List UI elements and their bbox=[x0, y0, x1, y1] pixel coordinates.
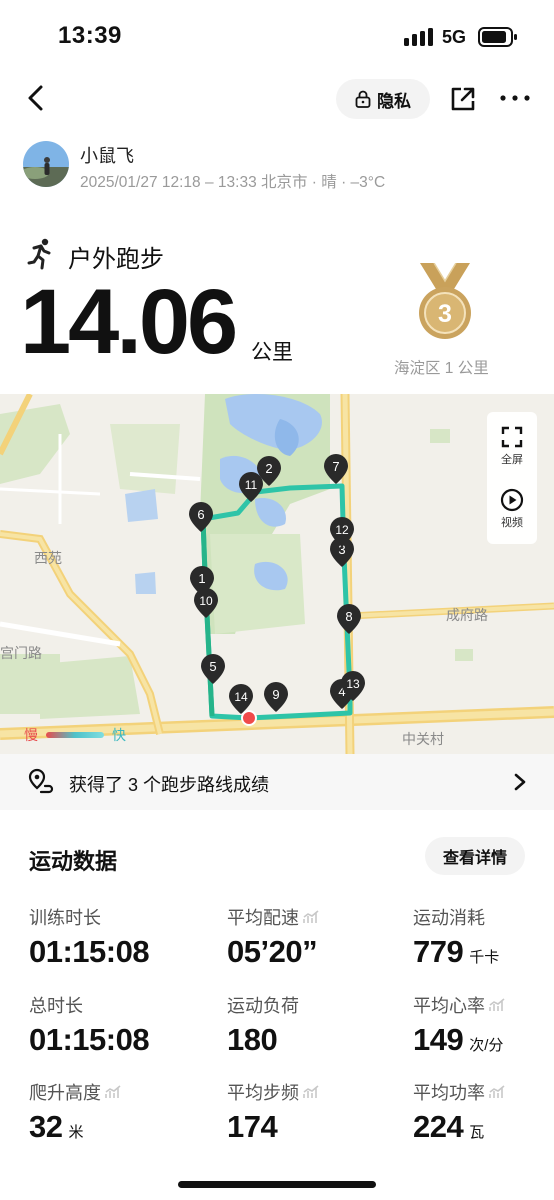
battery-icon bbox=[478, 27, 517, 47]
distance-value: 14.06 bbox=[20, 271, 238, 373]
stat-label: 平均心率 bbox=[413, 996, 485, 1016]
stat-training-duration: 训练时长 01:15:08 bbox=[29, 904, 150, 970]
svg-text:5: 5 bbox=[209, 659, 216, 674]
status-time: 13:39 bbox=[58, 22, 122, 49]
trend-chart-icon bbox=[489, 1085, 505, 1098]
stat-label: 平均步频 bbox=[227, 1083, 299, 1103]
pace-gradient-bar bbox=[46, 732, 104, 738]
distance-unit: 公里 bbox=[251, 341, 293, 364]
more-icon[interactable] bbox=[498, 88, 532, 108]
stat-unit: 千卡 bbox=[469, 949, 500, 966]
stat-label: 总时长 bbox=[29, 996, 83, 1016]
fullscreen-button[interactable]: 全屏 bbox=[487, 426, 537, 467]
svg-text:6: 6 bbox=[197, 507, 204, 522]
lock-icon bbox=[355, 90, 371, 108]
km-marker[interactable]: 14 bbox=[229, 684, 253, 714]
avatar[interactable] bbox=[23, 141, 69, 187]
privacy-button[interactable]: 隐私 bbox=[336, 79, 430, 119]
stat-label: 训练时长 bbox=[29, 908, 101, 928]
stat-value: 05’20” bbox=[227, 934, 318, 969]
medal-label: 海淀区 1 公里 bbox=[394, 360, 489, 377]
svg-text:12: 12 bbox=[335, 523, 349, 537]
view-details-button[interactable]: 查看详情 bbox=[425, 837, 525, 875]
stat-value: 180 bbox=[227, 1022, 278, 1057]
trend-chart-icon bbox=[489, 998, 505, 1011]
stat-value: 01:15:08 bbox=[29, 934, 150, 969]
route-records-row[interactable]: 获得了 3 个跑步路线成绩 bbox=[0, 754, 554, 810]
svg-text:13: 13 bbox=[346, 677, 360, 691]
map-label-zhongguancun: 中关村 bbox=[402, 731, 444, 747]
signal-icon bbox=[404, 28, 433, 46]
km-marker[interactable]: 9 bbox=[264, 682, 288, 712]
stat-avg-cadence[interactable]: 平均步频 174 bbox=[227, 1079, 320, 1145]
fullscreen-icon bbox=[501, 426, 523, 448]
network-type: 5G bbox=[442, 27, 467, 47]
map-controls: 全屏 视频 bbox=[487, 412, 537, 544]
svg-text:11: 11 bbox=[245, 478, 258, 492]
stat-label: 平均功率 bbox=[413, 1083, 485, 1103]
route-map[interactable]: 1 2 3 4 5 6 7 8 9 10 11 12 13 14 西苑 宫门路 … bbox=[0, 394, 554, 754]
svg-text:10: 10 bbox=[199, 594, 213, 608]
stat-value: 174 bbox=[227, 1109, 278, 1144]
pace-slow-label: 慢 bbox=[24, 727, 38, 743]
share-icon[interactable] bbox=[448, 84, 478, 114]
play-icon bbox=[500, 488, 524, 512]
stat-value: 149 bbox=[413, 1022, 464, 1057]
map-canvas: 1 2 3 4 5 6 7 8 9 10 11 12 13 14 bbox=[0, 394, 554, 754]
start-point bbox=[241, 710, 257, 726]
stat-calories: 运动消耗 779 千卡 bbox=[413, 904, 499, 970]
stat-unit: 次/分 bbox=[469, 1037, 504, 1054]
svg-text:7: 7 bbox=[332, 459, 339, 474]
activity-type: 户外跑步 bbox=[68, 246, 164, 273]
stats-section-title: 运动数据 bbox=[29, 849, 118, 874]
video-label: 视频 bbox=[501, 517, 523, 529]
svg-text:9: 9 bbox=[272, 687, 279, 702]
home-indicator[interactable] bbox=[178, 1181, 376, 1188]
stat-elevation-gain[interactable]: 爬升高度 32 米 bbox=[29, 1079, 122, 1145]
km-marker[interactable]: 5 bbox=[201, 654, 225, 684]
stat-value: 779 bbox=[413, 934, 464, 969]
stat-label: 运动负荷 bbox=[227, 996, 299, 1016]
svg-text:8: 8 bbox=[345, 609, 352, 624]
status-bar: 13:39 5G bbox=[0, 0, 554, 76]
stat-unit: 瓦 bbox=[469, 1124, 485, 1141]
map-label-chengfulu: 成府路 bbox=[446, 607, 488, 623]
medal-rank: 3 bbox=[438, 300, 452, 328]
trend-chart-icon bbox=[105, 1085, 121, 1098]
fullscreen-label: 全屏 bbox=[501, 454, 523, 466]
running-icon bbox=[27, 238, 51, 270]
map-label-xiyuan: 西苑 bbox=[34, 550, 62, 566]
activity-meta: 2025/01/27 12:18 – 13:33 北京市 · 晴 · –3°C bbox=[80, 174, 386, 191]
svg-text:14: 14 bbox=[234, 690, 248, 704]
route-records-text: 获得了 3 个跑步路线成绩 bbox=[69, 775, 270, 795]
stat-label: 爬升高度 bbox=[29, 1083, 101, 1103]
stat-total-duration: 总时长 01:15:08 bbox=[29, 992, 150, 1058]
video-button[interactable]: 视频 bbox=[487, 488, 537, 530]
pace-legend: 慢 快 bbox=[24, 725, 126, 745]
svg-text:1: 1 bbox=[198, 571, 205, 586]
trend-chart-icon bbox=[303, 910, 319, 923]
pace-fast-label: 快 bbox=[112, 727, 126, 743]
privacy-label: 隐私 bbox=[377, 91, 411, 111]
chevron-right-icon bbox=[514, 773, 526, 791]
map-label-gongmenlu: 宫门路 bbox=[0, 645, 42, 661]
route-pin-icon bbox=[28, 768, 54, 794]
stat-value: 32 bbox=[29, 1109, 63, 1144]
stat-avg-heart-rate[interactable]: 平均心率 149 次/分 bbox=[413, 992, 506, 1058]
stat-value: 01:15:08 bbox=[29, 1022, 150, 1057]
stat-avg-power[interactable]: 平均功率 224 瓦 bbox=[413, 1079, 506, 1145]
stat-label: 运动消耗 bbox=[413, 908, 485, 928]
user-name[interactable]: 小鼠飞 bbox=[80, 142, 134, 168]
back-button[interactable] bbox=[20, 82, 52, 114]
avatar-image bbox=[23, 141, 69, 187]
stat-unit: 米 bbox=[68, 1124, 84, 1141]
svg-text:2: 2 bbox=[265, 461, 272, 476]
trend-chart-icon bbox=[303, 1085, 319, 1098]
stat-value: 224 bbox=[413, 1109, 464, 1144]
stat-training-load: 运动负荷 180 bbox=[227, 992, 299, 1058]
km-marker[interactable]: 8 bbox=[337, 604, 361, 634]
stat-label: 平均配速 bbox=[227, 908, 299, 928]
stat-avg-pace[interactable]: 平均配速 05’20” bbox=[227, 904, 320, 970]
medal-icon[interactable]: 3 bbox=[414, 263, 476, 343]
